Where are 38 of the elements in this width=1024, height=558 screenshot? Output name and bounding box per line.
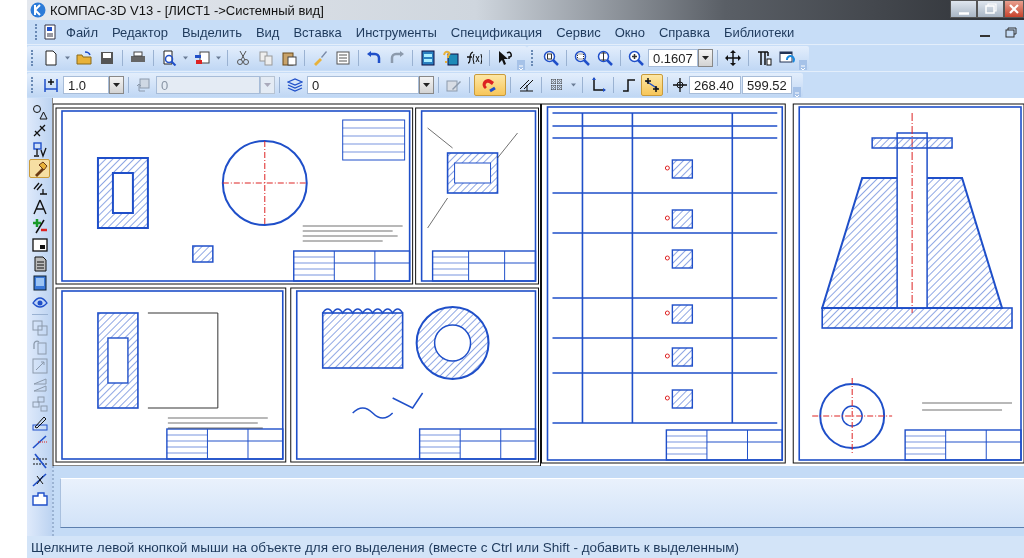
minimize-icon — [958, 11, 969, 15]
caret-icon — [423, 83, 430, 87]
zoom-scale-field[interactable]: 0.1607 — [648, 49, 698, 67]
restore-icon — [982, 1, 999, 17]
menu-item[interactable]: Окно — [607, 24, 652, 40]
magnet-icon[interactable] — [474, 74, 506, 96]
dropdown-button[interactable] — [419, 76, 434, 94]
close-button[interactable] — [1004, 0, 1024, 18]
status-bar-hint: Щелкните левой кнопкой мыши на объекте для его выделения (вместе с Ctrl или Shift - добавить к выделенным) — [27, 536, 1024, 558]
dropdown-button[interactable] — [698, 49, 713, 67]
cursor-y-field[interactable]: 599.52 — [742, 76, 792, 94]
cursor-x-field[interactable]: 268.40 — [689, 76, 741, 94]
line-scale-field[interactable]: 1.0 — [63, 76, 109, 94]
layer-field[interactable]: 0 — [307, 76, 419, 94]
restore-button[interactable] — [977, 0, 1004, 18]
menu-item[interactable]: Спецификация — [443, 24, 550, 40]
menu-item[interactable]: Библиотеки — [716, 24, 802, 40]
menu-item[interactable]: Справка — [651, 24, 717, 40]
caret-icon — [113, 83, 120, 87]
window-title: КОМПАС-3D V13 - [ЛИСТ1 ->Системный вид] — [50, 2, 324, 18]
menu-item[interactable]: Выделить — [174, 24, 249, 40]
menu-item[interactable]: Вид — [248, 24, 287, 40]
snap-line-icon[interactable] — [641, 74, 663, 96]
fragment-window-icon[interactable] — [29, 235, 50, 254]
menu-item[interactable]: Инструменты — [348, 24, 444, 40]
app-logo-icon — [30, 2, 46, 18]
folder-frame-icon[interactable] — [29, 489, 50, 508]
dropdown-button[interactable] — [109, 76, 124, 94]
document-icon — [43, 24, 59, 40]
menu-item[interactable]: Сервис — [549, 24, 608, 40]
menu-item[interactable]: Вставка — [286, 24, 349, 40]
caret-icon — [264, 83, 271, 87]
minimize-button[interactable] — [950, 0, 977, 18]
caret-icon — [702, 56, 709, 60]
cursor-coordinates-icon — [672, 77, 688, 93]
hammer-icon[interactable] — [29, 159, 50, 178]
menu-item[interactable]: Редактор — [104, 24, 175, 40]
menu-item[interactable]: Файл — [59, 24, 105, 40]
